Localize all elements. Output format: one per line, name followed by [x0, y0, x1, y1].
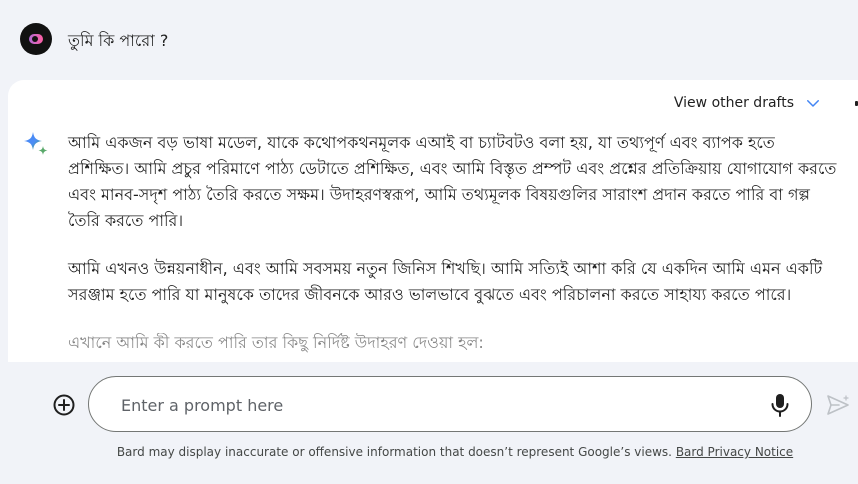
view-other-drafts-button[interactable]: View other drafts — [674, 94, 822, 112]
input-area: Bard may display inaccurate or offensive… — [0, 362, 858, 484]
add-circle-icon[interactable] — [52, 393, 76, 417]
view-other-drafts-label: View other drafts — [673, 95, 794, 111]
response-card: View other drafts আমি একজন বড় ভাষা মডেল… — [8, 80, 858, 362]
disclaimer: Bard may display inaccurate or offensive… — [0, 445, 858, 459]
user-prompt-text: তুমি কি পারো ? — [68, 31, 169, 50]
response-paragraph: এখানে আমি কী করতে পারি তার কিছু নির্দিষ্… — [68, 333, 484, 352]
microphone-icon[interactable] — [769, 392, 791, 418]
avatar-dot — [32, 36, 38, 42]
response-paragraph: আমি একজন বড় ভাষা মডেল, যাকে কথোপকথনমূলক… — [68, 133, 837, 230]
user-prompt-row: তুমি কি পারো ? — [0, 0, 858, 80]
prompt-input[interactable] — [119, 385, 743, 425]
user-avatar[interactable] — [20, 23, 52, 55]
response-body: আমি একজন বড় ভাষা মডেল, যাকে কথোপকথনমূলক… — [68, 130, 838, 362]
response-paragraph: আমি এখনও উন্নয়নাধীন, এবং আমি সবসময় নতু… — [68, 259, 823, 304]
send-icon[interactable] — [826, 394, 850, 416]
disclaimer-text: Bard may display inaccurate or offensive… — [116, 445, 672, 459]
chevron-down-icon — [807, 100, 819, 107]
bard-sparkle-icon — [24, 132, 48, 155]
prompt-box — [88, 376, 812, 432]
privacy-notice-link[interactable]: Bard Privacy Notice — [676, 445, 793, 459]
